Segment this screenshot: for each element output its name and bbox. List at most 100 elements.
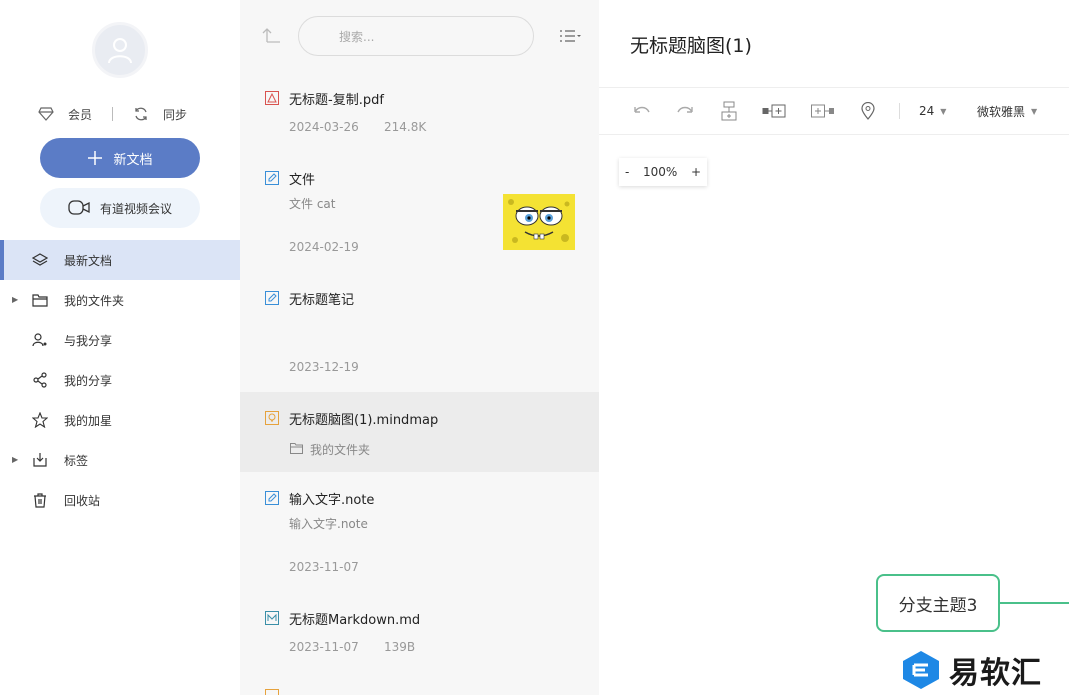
sync-label: 同步 — [163, 107, 188, 122]
sync-button[interactable]: 同步 — [133, 106, 187, 123]
sidebar-item-trash[interactable]: 回收站 — [0, 480, 240, 520]
node-label: 分支主题3 — [898, 595, 978, 616]
mindmap-icon — [265, 411, 279, 425]
pdf-icon — [265, 91, 279, 105]
note-icon — [265, 171, 279, 185]
file-date: 2024-02-19 — [289, 240, 359, 254]
list-item-partial[interactable] — [240, 686, 599, 695]
brand-logo-icon — [903, 651, 939, 689]
file-date: 2023-11-07 — [289, 640, 359, 654]
video-meeting-button[interactable]: 有道视频会议 — [40, 188, 200, 228]
redo-button[interactable] — [676, 102, 694, 120]
sidebar-item-shared-with-me[interactable]: 与我分享 — [0, 320, 240, 360]
chevron-down-icon: ▼ — [940, 106, 947, 116]
mindmap-icon — [265, 689, 279, 695]
undo-button[interactable] — [633, 102, 651, 120]
file-name: 文件 — [289, 173, 316, 188]
sidebar-item-starred[interactable]: 我的加星 — [0, 400, 240, 440]
document-title[interactable]: 无标题脑图(1) — [630, 31, 752, 58]
list-item-selected[interactable]: 无标题脑图(1).mindmap 我的文件夹 — [240, 392, 599, 472]
zoom-value: 100% — [642, 165, 678, 179]
file-size: 139B — [384, 640, 416, 654]
expand-arrow-icon[interactable]: ▶ — [12, 295, 18, 304]
note-icon — [265, 291, 279, 305]
video-meeting-label: 有道视频会议 — [99, 201, 172, 216]
folder-icon — [290, 443, 303, 454]
divider — [112, 107, 114, 121]
file-name: 无标题Markdown.md — [289, 613, 421, 628]
sidebar-item-label: 我的分享 — [64, 373, 113, 388]
sidebar-item-recent[interactable]: 最新文档 — [0, 240, 240, 280]
font-family-select[interactable]: 微软雅黑 ▼ — [977, 102, 1037, 120]
watermark-logo: 易软汇 — [901, 648, 1042, 692]
search-input[interactable]: 搜索... — [298, 16, 534, 56]
sidebar-item-my-shares[interactable]: 我的分享 — [0, 360, 240, 400]
file-name: 输入文字.note — [289, 493, 375, 508]
avatar[interactable] — [92, 22, 148, 78]
layers-icon — [32, 252, 48, 268]
sidebar-item-label: 标签 — [64, 453, 89, 468]
watermark-text: 易软汇 — [949, 656, 1042, 691]
list-item[interactable]: 无标题-复制.pdf 2024-03-26 214.8K — [240, 76, 599, 156]
trash-icon — [32, 492, 48, 508]
file-list-panel: 搜索... 无标题-复制.pdf 2024-03-26 214.8K 文件 文件… — [240, 0, 599, 695]
toolbar-divider — [899, 103, 900, 119]
go-up-icon[interactable] — [262, 26, 282, 48]
new-document-button[interactable]: 新文档 — [40, 138, 200, 178]
sidebar-item-my-folders[interactable]: ▶ 我的文件夹 — [0, 280, 240, 320]
tag-icon — [32, 452, 48, 468]
sidebar-item-label: 与我分享 — [64, 333, 113, 348]
shared-users-icon — [32, 332, 48, 348]
sibling-topic-icon — [762, 104, 786, 118]
insert-parent-topic-button[interactable] — [811, 102, 835, 120]
sidebar-item-label: 我的文件夹 — [64, 293, 125, 308]
spongebob-thumbnail — [503, 194, 575, 250]
diamond-icon — [38, 107, 54, 121]
mindmap-branch-node[interactable]: 分支主题3 — [876, 574, 1000, 632]
redo-icon — [677, 106, 693, 113]
sync-icon — [135, 107, 147, 121]
expand-arrow-icon[interactable]: ▶ — [12, 455, 18, 464]
file-preview: 文件 cat — [289, 197, 336, 211]
sidebar-nav: 最新文档 ▶ 我的文件夹 与我分享 我的分享 我的加星 ▶ 标签 回收站 — [0, 240, 240, 520]
new-document-label: 新文档 — [113, 152, 153, 168]
insert-child-topic-button[interactable] — [720, 101, 738, 121]
child-topic-icon — [721, 101, 737, 121]
location-button[interactable] — [861, 102, 875, 120]
insert-sibling-topic-button[interactable] — [762, 102, 786, 120]
note-icon — [265, 491, 279, 505]
file-name: 无标题-复制.pdf — [289, 93, 384, 108]
zoom-in-button[interactable]: + — [691, 165, 701, 179]
sidebar-item-label: 我的加星 — [64, 413, 113, 428]
file-date: 2024-03-26 — [289, 120, 359, 134]
search-placeholder: 搜索... — [339, 29, 375, 44]
plus-icon — [88, 151, 103, 165]
list-view-icon[interactable] — [559, 28, 581, 48]
node-connector-line — [1000, 602, 1069, 604]
location-pin-icon — [861, 102, 875, 120]
sidebar-item-tags[interactable]: ▶ 标签 — [0, 440, 240, 480]
font-size-value: 24 — [919, 104, 935, 118]
folder-icon — [32, 292, 48, 308]
user-icon — [108, 38, 132, 64]
font-size-select[interactable]: 24 ▼ — [919, 102, 946, 120]
file-name: 无标题笔记 — [289, 293, 355, 308]
video-camera-icon — [68, 200, 90, 215]
vip-button[interactable]: 会员 — [38, 106, 92, 123]
list-item[interactable]: 输入文字.note 输入文字.note 2023-11-07 — [240, 476, 599, 594]
file-name: 无标题脑图(1).mindmap — [289, 413, 439, 428]
file-date: 2023-12-19 — [289, 360, 359, 374]
account-row: 会员 同步 — [38, 104, 187, 124]
zoom-out-button[interactable]: - — [625, 165, 629, 179]
zoom-control: - 100% + — [619, 158, 707, 186]
parent-topic-icon — [811, 104, 834, 118]
mindmap-toolbar: 24 ▼ 微软雅黑 ▼ — [599, 88, 1069, 135]
sidebar-item-label: 最新文档 — [64, 253, 113, 268]
list-item[interactable]: 无标题Markdown.md 2023-11-07 139B — [240, 596, 599, 676]
file-size: 214.8K — [384, 120, 427, 134]
markdown-icon — [265, 611, 279, 625]
list-item[interactable]: 无标题笔记 2023-12-19 — [240, 276, 599, 392]
list-toolbar: 搜索... — [240, 0, 599, 72]
share-icon — [32, 372, 48, 388]
sidebar-item-label: 回收站 — [64, 493, 101, 508]
